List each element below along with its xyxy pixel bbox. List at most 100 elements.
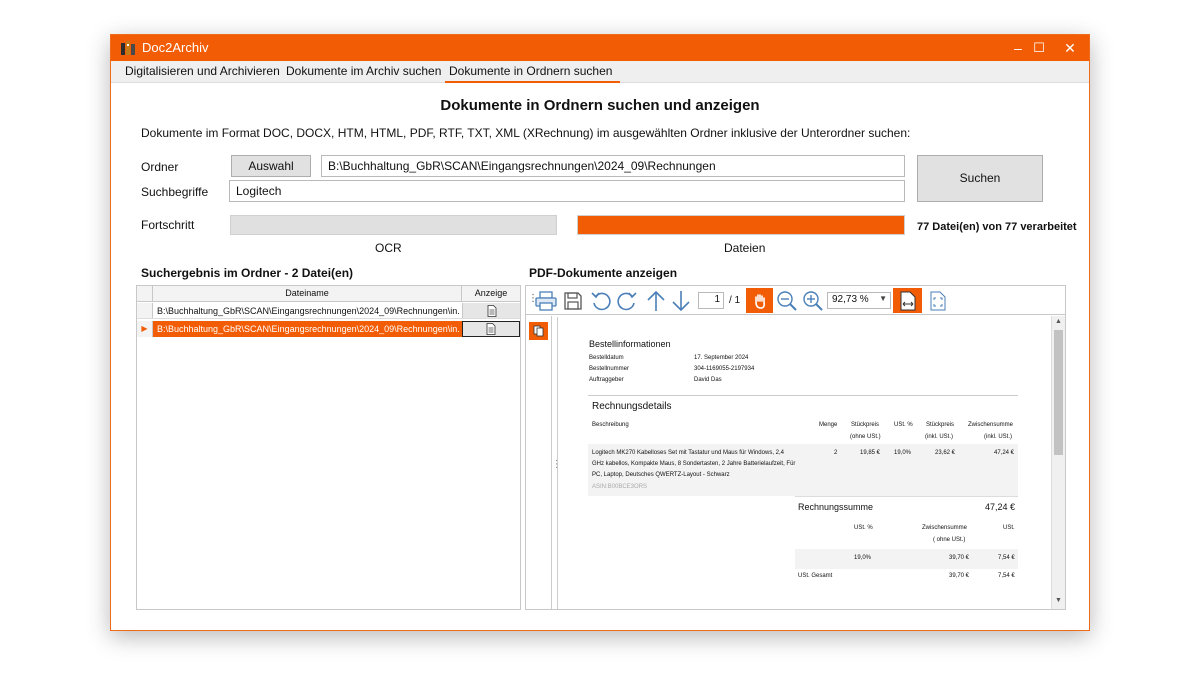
files-label: Dateien — [724, 241, 766, 255]
item-vat: 19,0% — [894, 450, 912, 456]
rotate-left-button[interactable] — [589, 289, 613, 313]
order-key: Bestelldatum — [589, 355, 624, 361]
zoom-out-button[interactable] — [775, 289, 799, 313]
save-disk-icon — [564, 292, 582, 310]
chevron-down-icon: ▼ — [879, 294, 887, 303]
search-button[interactable]: Suchen — [917, 155, 1043, 202]
maximize-button[interactable]: ☐ — [1025, 38, 1053, 58]
item-subtotal: 47,24 € — [994, 450, 1015, 456]
order-value: David Das — [694, 377, 722, 383]
sum-row-bg — [795, 549, 1018, 569]
row-filename: B:\Buchhaltung_GbR\SCAN\Eingangsrechnung… — [157, 324, 460, 334]
table-row-selected[interactable]: ▶ B:\Buchhaltung_GbR\SCAN\Eingangsrechnu… — [137, 321, 520, 337]
zoom-in-button[interactable] — [801, 289, 825, 313]
zoom-select[interactable]: 92,73 % ▼ — [827, 292, 891, 309]
tab-ordner-suchen[interactable]: Dokumente in Ordnern suchen — [445, 64, 621, 83]
thumbnail-strip: ⋮ — [526, 316, 562, 609]
tab-bar: Digitalisieren und Archivieren Dokumente… — [111, 61, 1089, 83]
progress-label: Fortschritt — [141, 218, 195, 232]
item-desc: GHz kabellos, Kompakte Maus, 8 Sondertas… — [592, 461, 796, 467]
title-bar: Doc2Archiv – ☐ ✕ — [111, 35, 1089, 61]
sum-row-vat: 19,0% — [854, 555, 872, 561]
total-ust: 7,54 € — [998, 573, 1015, 579]
page-description: Dokumente im Format DOC, DOCX, HTM, HTML… — [141, 126, 911, 140]
scroll-up-icon[interactable]: ▲ — [1055, 318, 1062, 325]
print-button[interactable] — [534, 289, 558, 313]
document-icon — [487, 305, 496, 317]
tab-digitalisieren[interactable]: Digitalisieren und Archivieren — [125, 64, 280, 78]
total-label: USt. Gesamt — [798, 573, 833, 579]
files-progress-bar — [577, 215, 905, 235]
divider — [795, 496, 1018, 497]
save-button[interactable] — [561, 289, 585, 313]
sum-label: Rechnungssumme — [798, 502, 874, 512]
divider — [588, 395, 1018, 396]
col-unit: Stückpreis — [851, 422, 880, 428]
cut-off-line: ~~~~ ~~~~~~~~~~~~ — [588, 317, 655, 320]
col-unit-sub: (ohne USt.) — [850, 434, 881, 440]
folder-path-input[interactable]: B:\Buchhaltung_GbR\SCAN\Eingangsrechnung… — [321, 155, 905, 177]
col-desc: Beschreibung — [592, 422, 629, 428]
select-folder-button[interactable]: Auswahl — [231, 155, 311, 177]
view-document-button[interactable] — [462, 303, 520, 318]
col-subtotal-sub: (inkl. USt.) — [984, 434, 1013, 440]
fit-width-icon — [900, 291, 915, 310]
pages-icon — [533, 325, 544, 337]
tab-archiv-suchen[interactable]: Dokumente im Archiv suchen — [286, 64, 441, 78]
item-desc: Logitech MK270 Kabelloses Set mit Tastat… — [592, 450, 784, 456]
item-qty: 2 — [834, 450, 838, 456]
page-number-input[interactable]: 1 — [698, 292, 724, 309]
files-progress-fill — [578, 216, 904, 234]
search-terms-input[interactable]: Logitech — [229, 180, 905, 202]
sum-col-vat: USt. % — [854, 525, 873, 531]
order-section-title: Bestellinformationen — [589, 339, 671, 349]
order-value: 17. September 2024 — [694, 355, 749, 361]
window-title: Doc2Archiv — [142, 40, 209, 55]
column-view[interactable]: Anzeige — [462, 286, 520, 302]
arrow-down-icon — [672, 291, 690, 312]
fit-width-button[interactable] — [893, 288, 922, 313]
printer-icon — [535, 291, 557, 311]
row-filename: B:\Buchhaltung_GbR\SCAN\Eingangsrechnung… — [157, 306, 460, 316]
col-unit-gross: Stückpreis — [926, 422, 955, 428]
order-key: Auftraggeber — [589, 377, 624, 383]
thumbnails-button[interactable] — [529, 322, 548, 340]
sum-row-ust: 7,54 € — [998, 555, 1015, 561]
search-terms-label: Suchbegriffe — [141, 185, 209, 199]
results-grid: Dateiname Anzeige B:\Buchhaltung_GbR\SCA… — [136, 285, 521, 610]
row-selected-arrow-icon: ▶ — [137, 321, 153, 337]
folder-label: Ordner — [141, 160, 179, 174]
fit-page-button[interactable] — [926, 289, 950, 313]
document-icon — [486, 323, 496, 335]
view-document-button[interactable] — [462, 321, 520, 337]
table-row[interactable]: B:\Buchhaltung_GbR\SCAN\Eingangsrechnung… — [137, 303, 520, 319]
app-window: Doc2Archiv – ☐ ✕ Digitalisieren und Arch… — [110, 34, 1090, 631]
hand-icon — [754, 293, 765, 309]
col-unit-gross-sub: (inkl. USt.) — [925, 434, 954, 440]
archive-app-icon — [121, 41, 135, 55]
ocr-label: OCR — [375, 241, 402, 255]
next-page-button[interactable] — [669, 289, 693, 313]
item-unit: 19,85 € — [860, 450, 881, 456]
col-qty: Menge — [819, 422, 838, 428]
total-subtotal: 39,70 € — [949, 573, 970, 579]
col-vat: USt. % — [894, 422, 913, 428]
column-filename[interactable]: Dateiname — [153, 286, 462, 302]
previous-page-button[interactable] — [644, 289, 668, 313]
scroll-down-icon[interactable]: ▼ — [1055, 597, 1062, 604]
fit-page-icon — [930, 291, 946, 311]
close-button[interactable]: ✕ — [1056, 38, 1084, 58]
scrollbar-thumb[interactable] — [1054, 330, 1063, 455]
page-total: / 1 — [729, 295, 741, 306]
pan-tool-button[interactable] — [746, 288, 773, 313]
order-key: Bestellnummer — [589, 366, 630, 372]
ocr-progress-bar — [230, 215, 557, 235]
vertical-scrollbar[interactable]: ▲ ▼ — [1051, 316, 1065, 609]
col-subtotal: Zwischensumme — [968, 422, 1014, 428]
item-unit-gross: 23,62 € — [935, 450, 956, 456]
pdf-page: ~~~~ ~~~~~~~~~~~~ Bestellinformationen B… — [557, 317, 1054, 609]
row-header — [137, 303, 153, 318]
zoom-out-icon — [777, 291, 797, 311]
rotate-right-button[interactable] — [615, 289, 639, 313]
zoom-value: 92,73 % — [832, 294, 869, 305]
